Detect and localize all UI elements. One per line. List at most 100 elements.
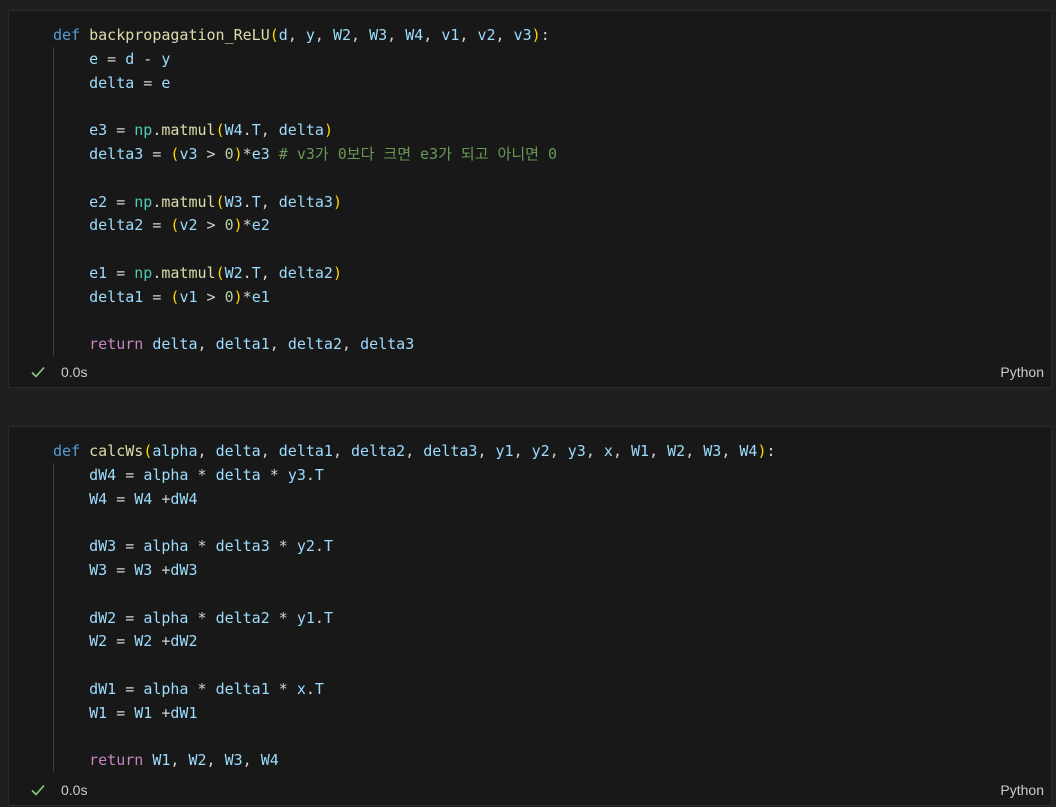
code-token: )	[323, 121, 333, 140]
code-token: )	[332, 264, 342, 282]
code-token: dW3	[89, 537, 117, 556]
code-token: (	[143, 442, 153, 460]
code-token: v3	[179, 145, 198, 163]
code-token: .	[305, 465, 315, 484]
code-line: dW2 = alpha * delta2 * y1.T	[53, 606, 333, 630]
code-token: alpha	[152, 442, 198, 460]
code-token: >	[197, 216, 225, 235]
code-token: alpha	[143, 680, 189, 698]
code-token: :	[766, 442, 776, 460]
language-selector[interactable]: Python	[1000, 782, 1044, 798]
code-line: return delta, delta1, delta2, delta3	[53, 332, 414, 356]
code-token: *	[188, 465, 216, 484]
code-token: dW2	[89, 608, 117, 627]
code-token: dW4	[89, 465, 117, 484]
code-token: matmul	[161, 192, 216, 211]
code-token: )	[233, 216, 243, 235]
code-token: ,	[721, 442, 740, 460]
code-token: # v3가 0보다 크면 e3가 되고 아니면 0	[278, 145, 558, 163]
indent-guide	[53, 46, 54, 357]
code-token: =	[107, 703, 135, 722]
code-token: ,	[314, 26, 333, 44]
code-token: delta	[152, 335, 198, 354]
code-token: *	[260, 465, 288, 484]
code-token: (	[215, 192, 225, 211]
code-token: e2	[89, 192, 108, 211]
code-token: W4	[260, 751, 279, 770]
code-token: .	[305, 680, 315, 698]
code-token: ,	[287, 26, 306, 44]
code-cell-2[interactable]: def calcWs(alpha, delta, delta1, delta2,…	[8, 426, 1052, 806]
code-token: >	[197, 145, 225, 163]
indent-guide	[53, 462, 54, 773]
code-token: W1	[134, 703, 153, 722]
code-token: dW3	[170, 561, 198, 579]
code-token: .	[242, 121, 252, 140]
code-token: *	[269, 608, 297, 627]
code-token: W4	[89, 489, 108, 508]
code-token: np	[134, 121, 153, 140]
code-line: return W1, W2, W3, W4	[53, 748, 279, 772]
code-token: matmul	[161, 121, 216, 140]
code-token: e1	[89, 264, 108, 282]
cell-status-bar: 0.0s Python	[9, 359, 1051, 387]
code-token: d	[278, 26, 288, 44]
code-token: (	[215, 264, 225, 282]
code-token: W4	[405, 26, 424, 44]
code-token: ,	[549, 442, 568, 460]
code-token: dW1	[89, 680, 117, 698]
code-token: 0	[224, 145, 234, 163]
code-token: )	[332, 192, 342, 211]
code-token: y	[305, 26, 315, 44]
check-icon	[31, 784, 45, 796]
code-token: *	[188, 537, 216, 556]
code-token: v1	[441, 26, 460, 44]
code-token: e3	[251, 145, 270, 163]
code-token: e3	[89, 121, 108, 140]
code-token: .	[314, 608, 324, 627]
code-token: v1	[179, 287, 198, 306]
code-token: return	[89, 335, 144, 354]
code-token: delta3	[423, 442, 478, 460]
code-cell-1[interactable]: def backpropagation_ReLU(d, y, W2, W3, W…	[8, 10, 1052, 388]
code-token: x	[296, 680, 306, 698]
code-line: delta2 = (v2 > 0)*e2	[53, 213, 270, 237]
language-selector[interactable]: Python	[1000, 364, 1044, 380]
code-token: y1	[495, 442, 514, 460]
code-token: T	[314, 465, 324, 484]
code-token: return	[89, 751, 144, 770]
code-token: e	[161, 73, 171, 92]
code-token: matmul	[161, 264, 216, 282]
code-line: W1 = W1 +dW1	[53, 701, 198, 725]
code-token: .	[242, 192, 252, 211]
code-line: delta3 = (v3 > 0)*e3 # v3가 0보다 크면 e3가 되고…	[53, 142, 557, 166]
code-token: 0	[224, 216, 234, 235]
code-token: W3	[224, 751, 243, 770]
code-token: delta2	[278, 264, 333, 282]
code-token: W2	[224, 264, 243, 282]
code-token: W2	[332, 26, 352, 44]
code-token: *	[269, 537, 297, 556]
code-token: *	[242, 145, 252, 163]
code-line: delta1 = (v1 > 0)*e1	[53, 285, 270, 309]
code-token: v3	[513, 26, 532, 44]
code-token: delta	[89, 73, 135, 92]
code-token: delta3	[278, 192, 333, 211]
code-token: T	[323, 537, 333, 556]
code-token: T	[314, 680, 324, 698]
code-token: T	[251, 192, 261, 211]
code-token: delta1	[215, 680, 270, 698]
code-token: dW1	[170, 703, 198, 722]
